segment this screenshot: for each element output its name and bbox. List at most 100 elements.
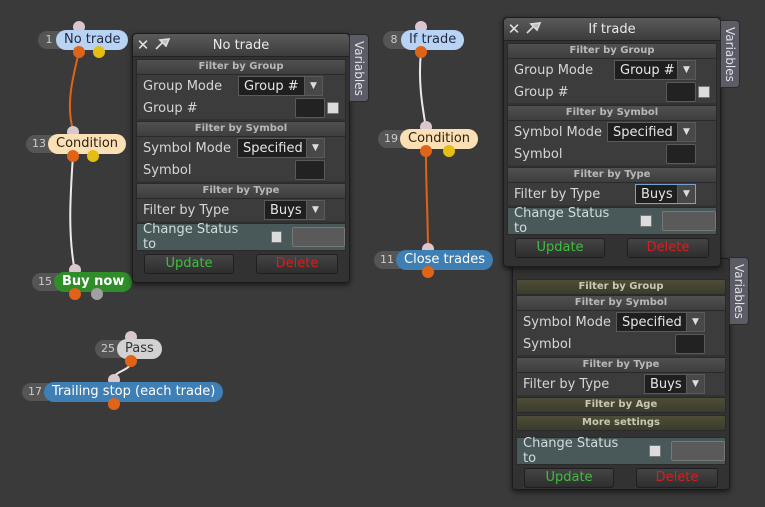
row-group-number: Group # xyxy=(136,97,346,119)
link-19-11 xyxy=(425,151,429,251)
group-number-input[interactable] xyxy=(295,98,325,118)
row-symbol-mode: Symbol Mode Specified ▼ xyxy=(136,137,346,159)
section-filter-by-group[interactable]: Filter by Group xyxy=(136,59,346,75)
symbol-label: Symbol xyxy=(514,146,563,162)
output-connector-orange[interactable] xyxy=(125,355,137,367)
output-connector-yellow[interactable] xyxy=(87,150,99,162)
node-close-trades[interactable]: 11 Close trades xyxy=(374,250,493,270)
output-connector-orange[interactable] xyxy=(67,150,79,162)
variables-tab[interactable]: Variables xyxy=(729,257,749,325)
row-filter-by-type: Filter by Type Buys ▼ xyxy=(516,373,726,395)
panel-title: If trade xyxy=(588,21,636,37)
section-filter-by-group[interactable]: Filter by Group xyxy=(516,279,726,295)
properties-panel-no-trade: ✕ No trade Filter by Group Group Mode Gr… xyxy=(132,33,350,283)
symbol-mode-dropdown[interactable]: Specified ▼ xyxy=(607,122,696,142)
update-button[interactable]: Update xyxy=(524,468,614,488)
section-filter-by-type[interactable]: Filter by Type xyxy=(516,357,726,373)
symbol-mode-value: Specified xyxy=(243,140,303,156)
properties-panel-if-trade: ✕ If trade Filter by Group Group Mode Gr… xyxy=(503,17,721,267)
chevron-down-icon: ▼ xyxy=(306,201,324,219)
change-status-input[interactable] xyxy=(292,227,345,247)
group-number-checkbox[interactable] xyxy=(698,86,710,98)
output-connector-yellow[interactable] xyxy=(443,145,455,157)
section-filter-by-age[interactable]: Filter by Age xyxy=(516,397,726,413)
row-change-status: Change Status to xyxy=(516,436,726,466)
output-connector-orange[interactable] xyxy=(420,145,432,157)
delete-button[interactable]: Delete xyxy=(636,468,718,488)
pin-icon[interactable] xyxy=(153,35,173,55)
change-status-checkbox[interactable] xyxy=(649,445,662,457)
output-connector-orange[interactable] xyxy=(422,266,434,278)
change-status-checkbox[interactable] xyxy=(270,231,283,243)
section-more-settings[interactable]: More settings xyxy=(516,415,726,431)
link-8-19 xyxy=(418,51,427,129)
group-number-label: Group # xyxy=(143,100,198,116)
panel-titlebar[interactable]: ✕ If trade xyxy=(504,18,720,41)
symbol-mode-value: Specified xyxy=(622,314,682,330)
change-status-label: Change Status to xyxy=(523,436,619,466)
section-filter-by-type[interactable]: Filter by Type xyxy=(507,167,717,183)
group-mode-dropdown[interactable]: Group # ▼ xyxy=(614,60,696,80)
group-number-label: Group # xyxy=(514,84,569,100)
node-buy-now[interactable]: 15 Buy now xyxy=(32,272,133,292)
change-status-input[interactable] xyxy=(662,211,716,231)
symbol-input[interactable] xyxy=(675,334,705,354)
delete-button[interactable]: Delete xyxy=(627,238,709,258)
link-13-15 xyxy=(69,154,76,273)
row-symbol-mode: Symbol Mode Specified ▼ xyxy=(516,311,726,333)
close-icon[interactable]: ✕ xyxy=(133,36,153,54)
chevron-down-icon: ▼ xyxy=(304,77,322,95)
change-status-checkbox[interactable] xyxy=(640,215,653,227)
filter-type-dropdown[interactable]: Buys ▼ xyxy=(644,374,705,394)
change-status-label: Change Status to xyxy=(143,222,239,252)
group-number-checkbox[interactable] xyxy=(327,102,339,114)
symbol-label: Symbol xyxy=(523,336,572,352)
group-mode-label: Group Mode xyxy=(514,62,594,78)
output-connector-yellow[interactable] xyxy=(93,46,105,58)
section-filter-by-group[interactable]: Filter by Group xyxy=(507,43,717,59)
group-mode-label: Group Mode xyxy=(143,78,223,94)
filter-type-label: Filter by Type xyxy=(523,376,610,392)
section-filter-by-type[interactable]: Filter by Type xyxy=(136,183,346,199)
pin-icon[interactable] xyxy=(524,19,544,39)
section-filter-by-symbol[interactable]: Filter by Symbol xyxy=(507,105,717,121)
output-connector-grey[interactable] xyxy=(91,288,103,300)
variables-tab[interactable]: Variables xyxy=(720,20,740,88)
link-1-13 xyxy=(68,51,80,131)
change-status-input[interactable] xyxy=(671,441,725,461)
chevron-down-icon: ▼ xyxy=(677,123,695,141)
row-symbol-mode: Symbol Mode Specified ▼ xyxy=(507,121,717,143)
chevron-down-icon: ▼ xyxy=(306,139,324,157)
section-filter-by-symbol[interactable]: Filter by Symbol xyxy=(136,121,346,137)
variables-tab[interactable]: Variables xyxy=(349,34,369,102)
section-filter-by-symbol[interactable]: Filter by Symbol xyxy=(516,295,726,311)
filter-type-dropdown[interactable]: Buys ▼ xyxy=(635,184,696,204)
update-button[interactable]: Update xyxy=(515,238,605,258)
symbol-input[interactable] xyxy=(295,160,325,180)
symbol-mode-label: Symbol Mode xyxy=(523,314,611,330)
node-label: Pass xyxy=(117,339,162,359)
group-number-input[interactable] xyxy=(666,82,696,102)
update-button[interactable]: Update xyxy=(144,254,234,274)
filter-type-value: Buys xyxy=(270,202,302,218)
node-trailing-stop[interactable]: 17 Trailing stop (each trade) xyxy=(22,382,224,402)
node-label: Trailing stop (each trade) xyxy=(44,382,224,402)
output-connector-orange[interactable] xyxy=(108,398,120,410)
properties-panel-lower: Filter by Group Filter by Symbol Symbol … xyxy=(512,258,730,490)
symbol-input[interactable] xyxy=(666,144,696,164)
button-row: Update Delete xyxy=(133,251,349,277)
chevron-down-icon: ▼ xyxy=(686,375,704,393)
panel-titlebar[interactable]: ✕ No trade xyxy=(133,34,349,57)
symbol-mode-dropdown[interactable]: Specified ▼ xyxy=(616,312,705,332)
group-mode-dropdown[interactable]: Group # ▼ xyxy=(238,76,323,96)
filter-type-dropdown[interactable]: Buys ▼ xyxy=(264,200,325,220)
delete-button[interactable]: Delete xyxy=(256,254,338,274)
row-change-status: Change Status to xyxy=(507,206,717,236)
output-connector-orange[interactable] xyxy=(415,46,427,58)
row-group-number: Group # xyxy=(507,81,717,103)
close-icon[interactable]: ✕ xyxy=(504,20,524,38)
symbol-mode-dropdown[interactable]: Specified ▼ xyxy=(237,138,325,158)
output-connector-orange[interactable] xyxy=(73,46,85,58)
button-row: Update Delete xyxy=(504,235,720,261)
output-connector-orange[interactable] xyxy=(69,288,81,300)
